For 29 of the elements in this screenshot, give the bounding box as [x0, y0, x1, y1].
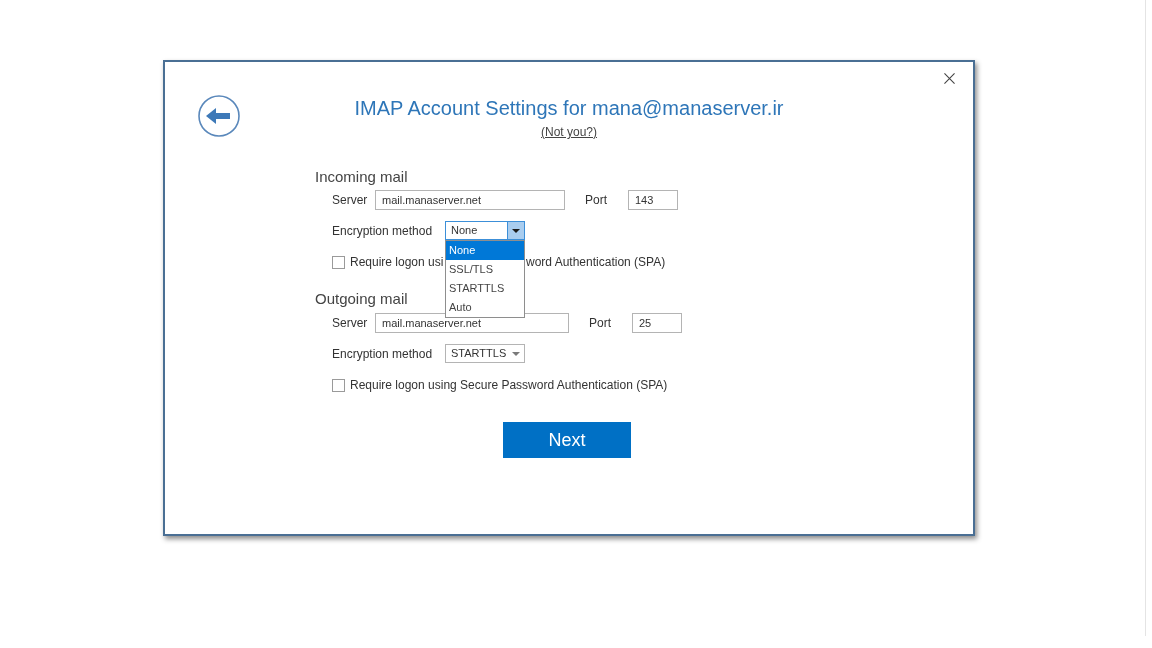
caret-icon	[512, 351, 520, 356]
encryption-label: Encryption method	[332, 223, 434, 238]
port-field[interactable]: 143	[628, 190, 678, 210]
encryption-label: Encryption method	[332, 346, 434, 361]
port-label: Port	[589, 316, 612, 330]
dropdown-option[interactable]: None	[446, 241, 524, 260]
server-label: Server	[332, 193, 369, 207]
encryption-dropdown[interactable]: STARTTLS	[445, 344, 525, 363]
dropdown-option[interactable]: STARTTLS	[446, 279, 524, 298]
dropdown-option[interactable]: SSL/TLS	[446, 260, 524, 279]
caret-icon	[512, 228, 520, 233]
not-you-link[interactable]: (Not you?)	[541, 124, 597, 140]
checkbox[interactable]	[332, 378, 345, 392]
back-button[interactable]	[198, 95, 240, 137]
checkbox-label: Require logon usi	[350, 255, 444, 269]
port-label: Port	[585, 193, 608, 207]
server-field[interactable]: mail.manaserver.net	[375, 190, 565, 210]
next-button[interactable]: Next	[503, 422, 631, 458]
checkbox-label: Require logon using Secure Password Authentication (SPA)	[350, 378, 668, 392]
server-label: Server	[332, 316, 369, 330]
close-button[interactable]	[944, 72, 955, 84]
port-field[interactable]: 25	[632, 313, 682, 333]
close-icon	[944, 72, 955, 84]
checkbox[interactable]	[332, 255, 345, 269]
section-heading: Incoming mail	[315, 168, 408, 186]
dialog-title: IMAP Account Settings for mana@manaserver.ir	[354, 96, 784, 121]
checkbox-label: word Authentication (SPA)	[526, 255, 666, 269]
section-heading: Outgoing mail	[315, 290, 408, 308]
encryption-dropdown[interactable]: None	[445, 221, 525, 240]
